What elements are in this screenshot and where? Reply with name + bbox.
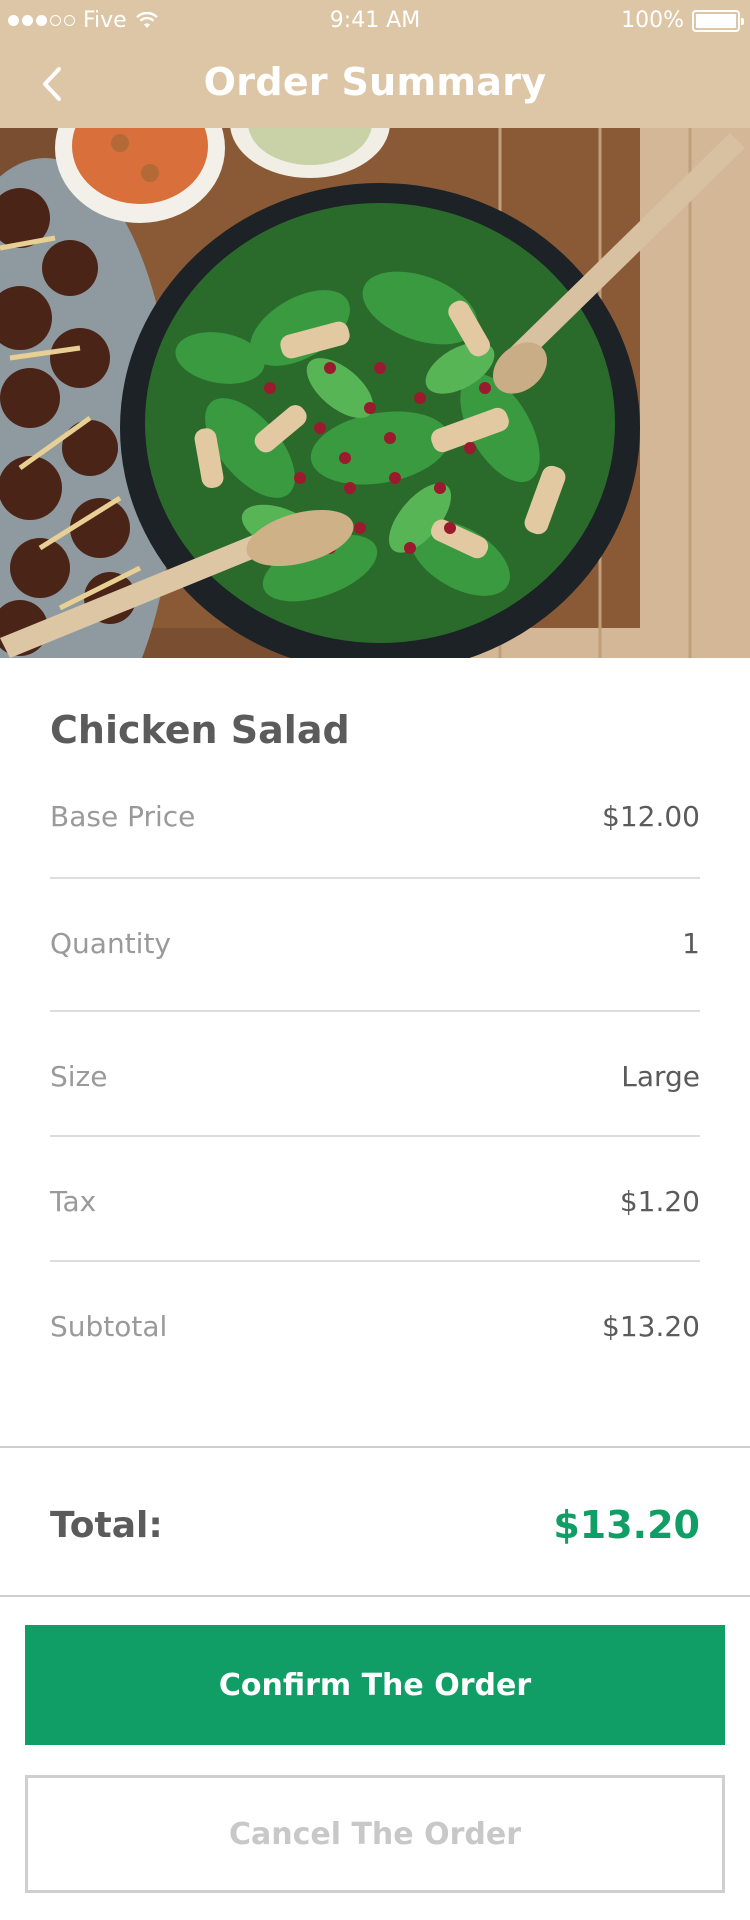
row-divider: [50, 1010, 700, 1012]
section-divider: [0, 1446, 750, 1448]
total-value: $13.20: [553, 1503, 700, 1547]
row-label: Size: [50, 1059, 108, 1093]
battery-percent: 100%: [621, 8, 684, 33]
row-divider: [50, 1260, 700, 1262]
section-divider: [0, 1595, 750, 1597]
row-value: 1: [682, 926, 700, 960]
cancel-order-button[interactable]: Cancel The Order: [25, 1775, 725, 1893]
row-divider: [50, 877, 700, 879]
row-label: Base Price: [50, 799, 196, 833]
item-name: Chicken Salad: [50, 708, 350, 752]
status-right: 100%: [621, 8, 744, 33]
page-title: Order Summary: [203, 60, 547, 104]
total-label: Total:: [50, 1504, 163, 1546]
row-label: Subtotal: [50, 1309, 168, 1343]
nav-bar: Order Summary: [0, 42, 750, 128]
row-divider: [50, 1135, 700, 1137]
row-label: Quantity: [50, 926, 171, 960]
row-value: $13.20: [602, 1309, 700, 1343]
row-label: Tax: [50, 1184, 97, 1218]
app-header: Five 9:41 AM 100% Order Summary: [0, 0, 750, 128]
row-tax: Tax $1.20: [50, 1171, 700, 1231]
row-value: $1.20: [619, 1184, 700, 1218]
row-size: Size Large: [50, 1046, 700, 1106]
confirm-order-button[interactable]: Confirm The Order: [25, 1625, 725, 1745]
battery-icon: [692, 9, 744, 32]
row-quantity: Quantity 1: [50, 913, 700, 973]
row-value: Large: [621, 1059, 700, 1093]
food-photo: [0, 128, 750, 658]
row-subtotal: Subtotal $13.20: [50, 1296, 700, 1356]
row-base-price: Base Price $12.00: [50, 786, 700, 846]
row-value: $12.00: [602, 799, 700, 833]
status-bar: Five 9:41 AM 100%: [0, 0, 750, 42]
order-total: Total: $13.20: [50, 1495, 700, 1555]
